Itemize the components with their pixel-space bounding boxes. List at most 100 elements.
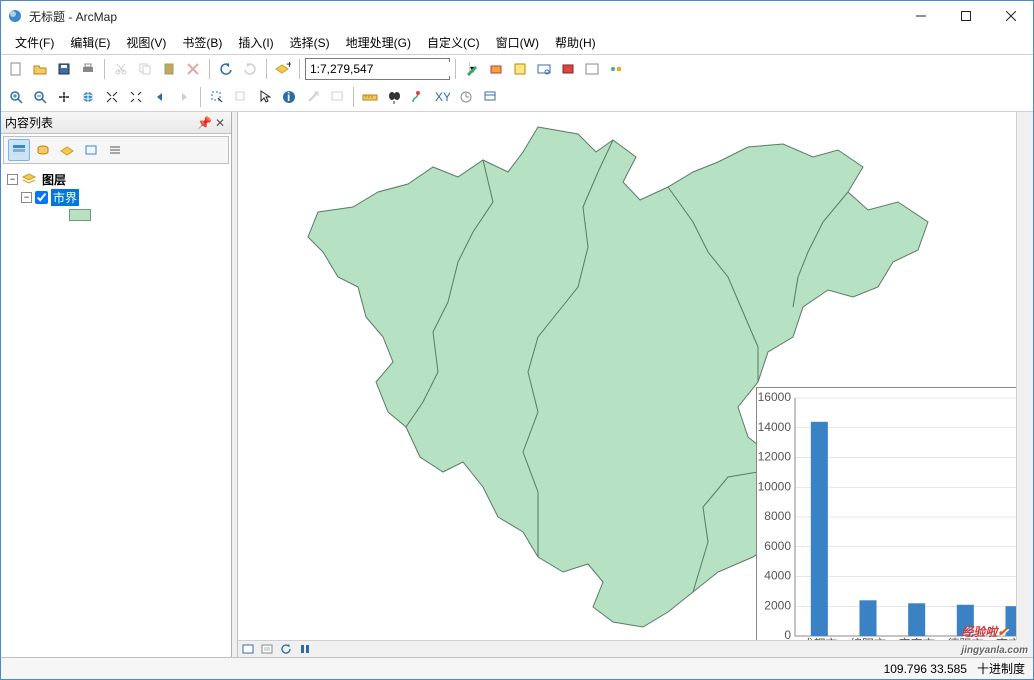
collapse-icon[interactable]: − — [7, 174, 18, 185]
menu-customize[interactable]: 自定义(C) — [419, 31, 488, 54]
model-builder-icon[interactable] — [605, 58, 627, 80]
select-pointer-icon[interactable] — [254, 86, 276, 108]
redo-icon[interactable] — [239, 58, 261, 80]
main-area: 内容列表 📌 ✕ − 图层 − 市界 — [1, 112, 1033, 657]
undo-icon[interactable] — [215, 58, 237, 80]
tree-layer[interactable]: − 市界 — [7, 188, 225, 206]
fixed-zoom-out-icon[interactable] — [125, 86, 147, 108]
cut-icon[interactable] — [110, 58, 132, 80]
menu-insert[interactable]: 插入(I) — [230, 31, 281, 54]
tree-symbol[interactable] — [7, 206, 225, 224]
editor-toolbar-icon[interactable] — [461, 58, 483, 80]
pin-icon[interactable]: 📌 — [197, 116, 211, 130]
pause-draw-icon[interactable] — [296, 642, 314, 657]
chart-panel: 0200040006000800010000120001400016000成都市… — [756, 387, 1033, 657]
close-toc-icon[interactable]: ✕ — [213, 116, 227, 130]
layer-visibility-checkbox[interactable] — [35, 191, 48, 204]
vertical-scrollbar[interactable] — [1016, 112, 1033, 640]
minimize-button[interactable] — [898, 1, 943, 31]
toolbars: + ▾ i XY — [1, 55, 1033, 112]
svg-text:+: + — [286, 62, 291, 71]
tree-layer-label[interactable]: 市界 — [51, 189, 79, 206]
svg-text:14000: 14000 — [758, 420, 792, 434]
catalog-icon[interactable] — [509, 58, 531, 80]
find-route-icon[interactable] — [407, 86, 429, 108]
delete-icon[interactable] — [182, 58, 204, 80]
close-button[interactable] — [988, 1, 1033, 31]
scale-input[interactable] — [306, 62, 469, 76]
select-features-icon[interactable] — [206, 86, 228, 108]
arc-toolbox-icon[interactable] — [557, 58, 579, 80]
menu-geoprocessing[interactable]: 地理处理(G) — [338, 31, 419, 54]
scale-selector[interactable]: ▾ — [305, 58, 450, 80]
tree-root[interactable]: − 图层 — [7, 170, 225, 188]
zoom-in-icon[interactable] — [5, 86, 27, 108]
hyperlink-icon[interactable] — [302, 86, 324, 108]
back-extent-icon[interactable] — [149, 86, 171, 108]
full-extent-icon[interactable] — [77, 86, 99, 108]
identify-icon[interactable]: i — [278, 86, 300, 108]
map-canvas[interactable]: 0200040006000800010000120001400016000成都市… — [238, 112, 1033, 657]
open-icon[interactable] — [29, 58, 51, 80]
horizontal-scrollbar[interactable] — [238, 640, 1016, 657]
menu-help[interactable]: 帮助(H) — [547, 31, 604, 54]
zoom-out-icon[interactable] — [29, 86, 51, 108]
menu-edit[interactable]: 编辑(E) — [62, 31, 118, 54]
svg-text:i: i — [287, 90, 290, 104]
copy-icon[interactable] — [134, 58, 156, 80]
tree-root-label: 图层 — [40, 171, 68, 188]
toc-title: 内容列表 — [5, 114, 195, 131]
refresh-icon[interactable] — [277, 642, 295, 657]
layer-swatch[interactable] — [69, 209, 91, 221]
measure-icon[interactable] — [359, 86, 381, 108]
clear-selection-icon[interactable] — [230, 86, 252, 108]
list-by-visibility-icon[interactable] — [56, 139, 78, 161]
find-icon[interactable] — [383, 86, 405, 108]
menu-bookmarks[interactable]: 书签(B) — [174, 31, 230, 54]
tools-toolbar: i XY — [1, 83, 1033, 111]
go-to-xy-icon[interactable]: XY — [431, 86, 453, 108]
add-data-icon[interactable]: + — [272, 58, 294, 80]
svg-text:2000: 2000 — [764, 598, 791, 612]
search-window-icon[interactable] — [533, 58, 555, 80]
scroll-corner — [1016, 640, 1033, 657]
menu-view[interactable]: 视图(V) — [118, 31, 174, 54]
save-icon[interactable] — [53, 58, 75, 80]
python-window-icon[interactable] — [581, 58, 603, 80]
options-icon[interactable] — [104, 139, 126, 161]
data-view-tab[interactable] — [239, 642, 257, 657]
list-by-selection-icon[interactable] — [80, 139, 102, 161]
pan-icon[interactable] — [53, 86, 75, 108]
maximize-button[interactable] — [943, 1, 988, 31]
status-coords: 109.796 33.585 — [884, 662, 967, 676]
menu-select[interactable]: 选择(S) — [282, 31, 338, 54]
svg-text:8000: 8000 — [764, 509, 791, 523]
window-title: 无标题 - ArcMap — [29, 8, 898, 25]
fixed-zoom-in-icon[interactable] — [101, 86, 123, 108]
layout-view-tab[interactable] — [258, 642, 276, 657]
create-viewer-icon[interactable] — [479, 86, 501, 108]
map-view: 0200040006000800010000120001400016000成都市… — [237, 112, 1033, 657]
standard-toolbar: + ▾ — [1, 55, 1033, 83]
chart-svg: 0200040006000800010000120001400016000成都市… — [757, 388, 1033, 657]
svg-text:16000: 16000 — [758, 390, 792, 404]
status-bar: 109.796 33.585 十进制度 — [1, 657, 1033, 679]
paste-icon[interactable] — [158, 58, 180, 80]
forward-extent-icon[interactable] — [173, 86, 195, 108]
collapse-icon[interactable]: − — [21, 192, 32, 203]
menu-bar: 文件(F) 编辑(E) 视图(V) 书签(B) 插入(I) 选择(S) 地理处理… — [1, 31, 1033, 55]
status-units: 十进制度 — [977, 660, 1025, 677]
list-by-source-icon[interactable] — [32, 139, 54, 161]
list-by-drawing-icon[interactable] — [8, 139, 30, 161]
toc-toolbar — [3, 136, 229, 164]
time-slider-icon[interactable] — [455, 86, 477, 108]
toc-panel: 内容列表 📌 ✕ − 图层 − 市界 — [1, 112, 232, 657]
menu-window[interactable]: 窗口(W) — [488, 31, 547, 54]
app-icon — [7, 8, 23, 24]
new-doc-icon[interactable] — [5, 58, 27, 80]
svg-text:XY: XY — [435, 91, 450, 103]
print-icon[interactable] — [77, 58, 99, 80]
html-popup-icon[interactable] — [326, 86, 348, 108]
toolbox-icon[interactable] — [485, 58, 507, 80]
menu-file[interactable]: 文件(F) — [7, 31, 62, 54]
